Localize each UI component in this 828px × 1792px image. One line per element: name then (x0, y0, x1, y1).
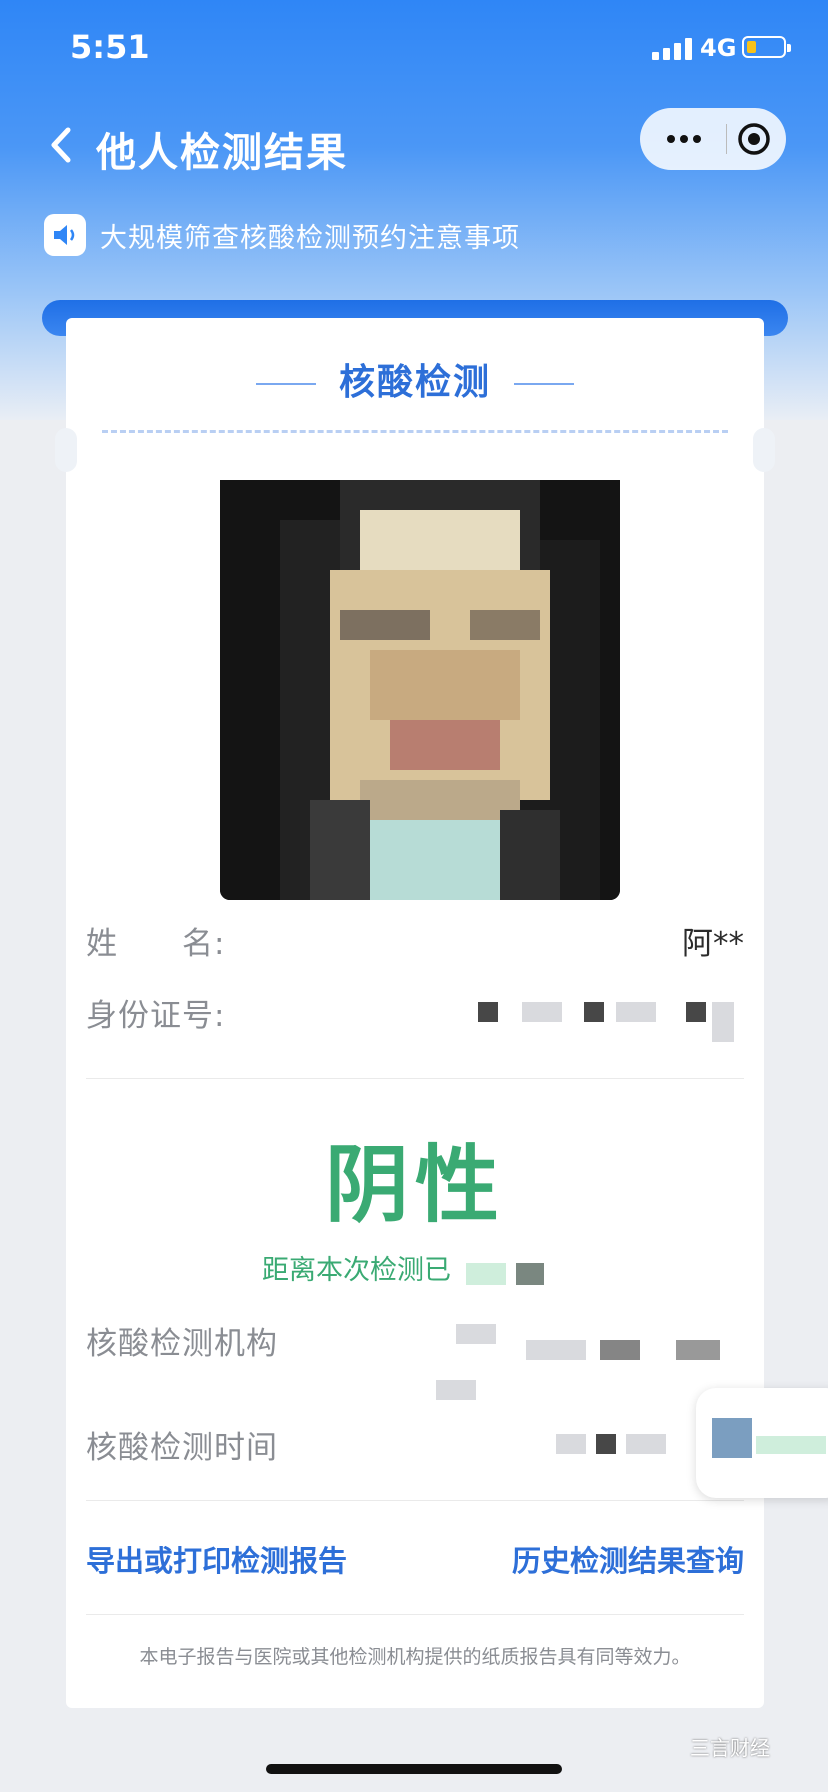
time-redacted (626, 1434, 666, 1454)
notice-banner[interactable]: 大规模筛查核酸检测预约注意事项 (44, 210, 520, 260)
card-title: 核酸检测 (338, 362, 491, 403)
name-row: 姓 名: 阿** (86, 918, 744, 968)
id-redacted-block (478, 1002, 498, 1022)
floating-redacted (756, 1436, 826, 1454)
person-photo (220, 480, 620, 900)
header-line-left (256, 383, 316, 385)
divider (86, 1500, 744, 1501)
elapsed-label: 距离本次检测已 (262, 1255, 451, 1286)
name-value: 阿** (682, 926, 744, 962)
id-redacted-block (584, 1002, 604, 1022)
id-row: 身份证号: (86, 990, 744, 1042)
id-redacted-block (616, 1002, 656, 1022)
institution-redacted (456, 1324, 496, 1344)
export-report-link[interactable]: 导出或打印检测报告 (86, 1538, 347, 1580)
test-result-card: 核酸检测 姓 名: 阿** 身份证号: 阴性 距离本次检测已 核酸检测机构 核酸… (55, 318, 775, 1708)
divider (86, 1078, 744, 1079)
floating-icon (712, 1418, 752, 1458)
elapsed-redacted (465, 1263, 506, 1285)
status-time: 5:51 (70, 28, 150, 66)
institution-redacted (436, 1380, 476, 1400)
card-header: 核酸检测 (66, 358, 764, 408)
divider (86, 1614, 744, 1615)
institution-redacted (600, 1340, 640, 1360)
time-label: 核酸检测时间 (86, 1430, 278, 1466)
institution-redacted (526, 1340, 586, 1360)
report-actions: 导出或打印检测报告 历史检测结果查询 (86, 1538, 744, 1588)
dashed-divider (102, 430, 728, 433)
elapsed-redacted (516, 1263, 545, 1285)
id-redacted-block (712, 1002, 734, 1042)
test-result: 阴性 (324, 1136, 505, 1234)
time-redacted (556, 1434, 586, 1454)
status-bar: 5:51 4G (0, 0, 828, 100)
target-icon[interactable] (736, 121, 772, 157)
home-indicator[interactable] (266, 1764, 562, 1774)
back-arrow-icon[interactable] (46, 120, 86, 170)
history-results-link[interactable]: 历史检测结果查询 (512, 1538, 744, 1580)
id-redacted-block (686, 1002, 706, 1022)
institution-row: 核酸检测机构 (86, 1318, 744, 1400)
id-label: 身份证号: (86, 998, 226, 1034)
institution-redacted (676, 1340, 720, 1360)
id-redacted-block (522, 1002, 562, 1022)
institution-label: 核酸检测机构 (86, 1326, 278, 1362)
card-notch-right (753, 428, 775, 472)
nav-bar: 他人检测结果 (0, 100, 828, 190)
validity-footnote: 本电子报告与医院或其他检测机构提供的纸质报告具有同等效力。 (139, 1646, 691, 1668)
name-label: 姓 名: (86, 926, 226, 962)
elapsed-text: 距离本次检测已 (262, 1248, 545, 1287)
header-line-right (514, 383, 574, 385)
mini-program-capsule (640, 108, 786, 170)
capsule-divider (726, 124, 727, 154)
page-title: 他人检测结果 (96, 130, 348, 176)
time-row: 核酸检测时间 (86, 1422, 744, 1472)
speaker-icon (44, 214, 86, 256)
notice-text: 大规模筛查核酸检测预约注意事项 (100, 222, 520, 254)
network-type: 4G (700, 34, 737, 62)
battery-icon (742, 36, 791, 58)
more-dots-icon[interactable] (656, 108, 712, 170)
time-redacted (596, 1434, 616, 1454)
watermark: 三言财经 (690, 1736, 770, 1760)
floating-button[interactable] (696, 1388, 828, 1498)
signal-icon (652, 36, 692, 60)
card-notch-left (55, 428, 77, 472)
